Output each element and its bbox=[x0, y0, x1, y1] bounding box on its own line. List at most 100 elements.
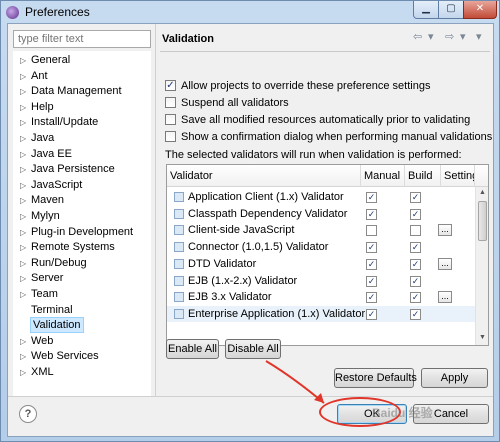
option-checkbox[interactable] bbox=[165, 97, 176, 108]
build-checkbox[interactable]: ✓ bbox=[410, 258, 421, 270]
view-menu-icon[interactable]: ▾ bbox=[476, 30, 482, 43]
tree-item[interactable]: Validation bbox=[13, 317, 151, 334]
validator-icon bbox=[174, 208, 184, 219]
disable-all-button[interactable]: Disable All bbox=[225, 339, 281, 359]
back-dropdown-icon[interactable]: ▾ bbox=[428, 30, 434, 43]
table-row[interactable]: EJB (1.x-2.x) Validator ✓ ✓ bbox=[167, 273, 475, 289]
expand-arrow-icon[interactable]: ▷ bbox=[20, 115, 26, 130]
table-row[interactable]: DTD Validator ✓ ✓... bbox=[167, 256, 475, 272]
tree-item[interactable]: ▷ Help bbox=[13, 100, 151, 115]
scroll-thumb[interactable] bbox=[478, 201, 487, 241]
tree-item[interactable]: ▷ Data Management bbox=[13, 84, 151, 99]
filter-input[interactable] bbox=[13, 30, 151, 48]
table-row[interactable]: Application Client (1.x) Validator ✓ ✓ bbox=[167, 189, 475, 205]
manual-checkbox[interactable]: ✓ bbox=[366, 292, 377, 304]
table-row[interactable]: Classpath Dependency Validator ✓ ✓ bbox=[167, 206, 475, 222]
manual-checkbox[interactable]: ✓ bbox=[366, 258, 377, 270]
expand-arrow-icon[interactable]: ▷ bbox=[20, 209, 26, 224]
forward-dropdown-icon[interactable]: ▾ bbox=[460, 30, 466, 43]
expand-arrow-icon[interactable]: ▷ bbox=[20, 147, 26, 162]
expand-arrow-icon[interactable]: ▷ bbox=[20, 131, 26, 146]
help-icon[interactable]: ? bbox=[19, 405, 37, 423]
tree-item[interactable]: ▷ Web Services bbox=[13, 349, 151, 364]
cancel-button[interactable]: Cancel bbox=[413, 404, 489, 424]
expand-arrow-icon[interactable]: ▷ bbox=[20, 84, 26, 99]
tree-item[interactable]: ▷ Plug-in Development bbox=[13, 225, 151, 240]
tree-item[interactable]: ▷ Mylyn bbox=[13, 209, 151, 224]
col-validator[interactable]: Validator bbox=[167, 165, 361, 187]
manual-checkbox[interactable] bbox=[366, 225, 377, 237]
build-checkbox[interactable] bbox=[410, 225, 421, 237]
option-checkbox[interactable] bbox=[165, 131, 176, 142]
table-row[interactable]: EJB 3.x Validator ✓ ✓... bbox=[167, 289, 475, 305]
manual-checkbox[interactable]: ✓ bbox=[366, 242, 377, 254]
expand-arrow-icon[interactable]: ▷ bbox=[20, 240, 26, 255]
title-bar[interactable]: Preferences ▁ ▢ ✕ bbox=[1, 1, 499, 23]
build-checkbox[interactable]: ✓ bbox=[410, 208, 421, 220]
ok-button[interactable]: OK bbox=[337, 404, 407, 424]
tree-item[interactable]: ▷ Java bbox=[13, 131, 151, 146]
apply-button[interactable]: Apply bbox=[421, 368, 488, 388]
tree-item[interactable]: ▷ Install/Update bbox=[13, 115, 151, 130]
maximize-button[interactable]: ▢ bbox=[438, 1, 464, 19]
table-row[interactable]: Connector (1.0,1.5) Validator ✓ ✓ bbox=[167, 239, 475, 255]
expand-arrow-icon[interactable]: ▷ bbox=[20, 287, 26, 302]
restore-defaults-button[interactable]: Restore Defaults bbox=[334, 368, 417, 388]
tree-item[interactable]: ▷ XML bbox=[13, 365, 151, 380]
settings-button[interactable]: ... bbox=[438, 257, 452, 270]
tree-item[interactable]: ▷ JavaScript bbox=[13, 178, 151, 193]
scroll-up-icon[interactable]: ▲ bbox=[477, 187, 488, 199]
col-settings[interactable]: Settings bbox=[441, 165, 475, 187]
col-manual[interactable]: Manual bbox=[361, 165, 405, 187]
expand-arrow-icon[interactable]: ▷ bbox=[20, 69, 26, 84]
enable-all-button[interactable]: Enable All bbox=[166, 339, 219, 359]
tree-item[interactable]: ▷ Team bbox=[13, 287, 151, 302]
expand-arrow-icon[interactable]: ▷ bbox=[20, 100, 26, 115]
tree-item[interactable]: ▷ Maven bbox=[13, 193, 151, 208]
settings-button[interactable]: ... bbox=[438, 224, 452, 237]
scroll-down-icon[interactable]: ▼ bbox=[477, 332, 488, 344]
pane-divider[interactable] bbox=[155, 24, 156, 396]
build-checkbox[interactable]: ✓ bbox=[410, 275, 421, 287]
expand-arrow-icon[interactable]: ▷ bbox=[20, 162, 26, 177]
manual-checkbox[interactable]: ✓ bbox=[366, 275, 377, 287]
expand-arrow-icon[interactable]: ▷ bbox=[20, 225, 26, 240]
table-scrollbar[interactable]: ▲ ▼ bbox=[475, 187, 488, 345]
tree-item[interactable]: ▷ Remote Systems bbox=[13, 240, 151, 255]
option-checkbox[interactable]: ✓ bbox=[165, 80, 176, 91]
expand-arrow-icon[interactable]: ▷ bbox=[20, 178, 26, 193]
expand-arrow-icon[interactable]: ▷ bbox=[20, 349, 26, 364]
manual-checkbox[interactable]: ✓ bbox=[366, 208, 377, 220]
settings-button[interactable]: ... bbox=[438, 291, 452, 304]
close-button[interactable]: ✕ bbox=[463, 1, 497, 19]
option-checkbox[interactable] bbox=[165, 114, 176, 125]
col-build[interactable]: Build bbox=[405, 165, 441, 187]
tree-item[interactable]: ▷ Java Persistence bbox=[13, 162, 151, 177]
expand-arrow-icon[interactable]: ▷ bbox=[20, 256, 26, 271]
tree-item[interactable]: ▷ Web bbox=[13, 334, 151, 349]
tree-item[interactable]: ▷ Ant bbox=[13, 69, 151, 84]
expand-arrow-icon[interactable]: ▷ bbox=[20, 53, 26, 68]
build-checkbox[interactable]: ✓ bbox=[410, 308, 421, 320]
manual-checkbox[interactable]: ✓ bbox=[366, 192, 377, 203]
build-checkbox[interactable]: ✓ bbox=[410, 292, 421, 304]
tree-item[interactable]: Terminal bbox=[13, 303, 151, 318]
expand-arrow-icon[interactable]: ▷ bbox=[20, 365, 26, 380]
preferences-window: Preferences ▁ ▢ ✕ ▷ General ▷ Ant ▷ Data Mana… bbox=[0, 0, 500, 442]
expand-arrow-icon[interactable]: ▷ bbox=[20, 334, 26, 349]
tree-item[interactable]: ▷ Server bbox=[13, 271, 151, 286]
expand-arrow-icon[interactable]: ▷ bbox=[20, 271, 26, 286]
manual-checkbox[interactable]: ✓ bbox=[366, 308, 377, 320]
forward-arrow-icon[interactable]: ⇨ bbox=[445, 30, 454, 43]
back-arrow-icon[interactable]: ⇦ bbox=[413, 30, 422, 43]
minimize-button[interactable]: ▁ bbox=[413, 1, 439, 19]
tree-item[interactable]: ▷ Run/Debug bbox=[13, 256, 151, 271]
table-row[interactable]: Enterprise Application (1.x) Validator ✓ ✓ bbox=[167, 305, 475, 322]
expand-arrow-icon[interactable]: ▷ bbox=[20, 193, 26, 208]
build-checkbox[interactable]: ✓ bbox=[410, 242, 421, 254]
table-row[interactable]: Client-side JavaScript... bbox=[167, 222, 475, 238]
tree-item[interactable]: ▷ General bbox=[13, 53, 151, 68]
tree-item-label: Web bbox=[31, 334, 54, 347]
tree-item[interactable]: ▷ Java EE bbox=[13, 147, 151, 162]
build-checkbox[interactable]: ✓ bbox=[410, 192, 421, 203]
